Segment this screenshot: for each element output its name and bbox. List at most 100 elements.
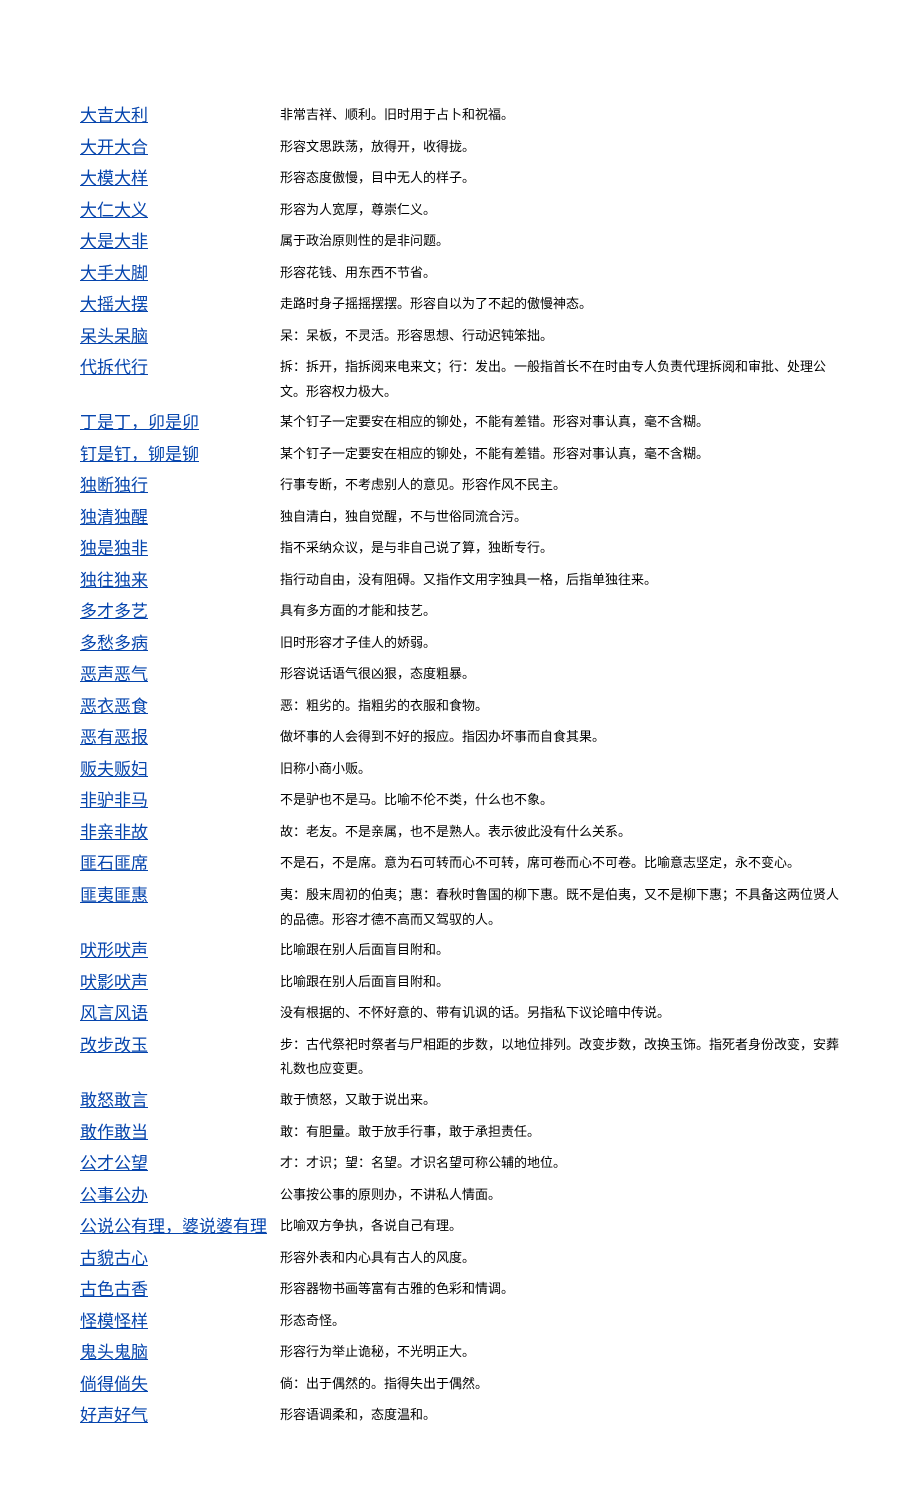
idiom-row: 大吉大利非常吉祥、顺利。旧时用于占卜和祝福。	[80, 100, 840, 132]
idiom-link[interactable]: 多愁多病	[80, 634, 148, 653]
idiom-link[interactable]: 大吉大利	[80, 106, 148, 125]
idiom-link[interactable]: 怪模怪样	[80, 1312, 148, 1331]
term-cell: 匪石匪席	[80, 848, 280, 880]
term-cell: 好声好气	[80, 1400, 280, 1432]
idiom-row: 多才多艺具有多方面的才能和技艺。	[80, 596, 840, 628]
idiom-link[interactable]: 代拆代行	[80, 358, 148, 377]
idiom-row: 大开大合 形容文思跌荡，放得开，收得拢。	[80, 132, 840, 164]
idiom-row: 丁是丁，卯是卯 某个钉子一定要安在相应的铆处，不能有差错。形容对事认真，毫不含糊。	[80, 407, 840, 439]
idiom-link[interactable]: 公才公望	[80, 1154, 148, 1173]
definition-cell: 某个钉子一定要安在相应的铆处，不能有差错。形容对事认真，毫不含糊。	[280, 407, 840, 439]
definition-cell: 不是石，不是席。意为石可转而心不可转，席可卷而心不可卷。比喻意志坚定，永不变心。	[280, 848, 840, 880]
definition-cell: 属于政治原则性的是非问题。	[280, 226, 840, 258]
idiom-link[interactable]: 独清独醒	[80, 508, 148, 527]
term-cell: 鬼头鬼脑	[80, 1337, 280, 1369]
definition-text: 公事按公事的原则办，不讲私人情面。	[280, 1187, 501, 1202]
idiom-row: 独断独行行事专断，不考虑别人的意见。形容作风不民主。	[80, 470, 840, 502]
idiom-link[interactable]: 恶衣恶食	[80, 697, 148, 716]
term-cell: 大是大非	[80, 226, 280, 258]
term-cell: 风言风语	[80, 998, 280, 1030]
term-cell: 倘得倘失	[80, 1369, 280, 1401]
idiom-link[interactable]: 大摇大摆	[80, 295, 148, 314]
idiom-row: 独是独非 指不采纳众议，是与非自己说了算，独断专行。	[80, 533, 840, 565]
definition-cell: 敢：有胆量。敢于放手行事，敢于承担责任。	[280, 1117, 840, 1149]
definition-cell: 形容外表和内心具有古人的风度。	[280, 1243, 840, 1275]
idiom-row: 好声好气形容语调柔和，态度温和。	[80, 1400, 840, 1432]
definition-text: 某个钉子一定要安在相应的铆处，不能有差错。形容对事认真，毫不含糊。	[280, 446, 709, 461]
idiom-link[interactable]: 非驴非马	[80, 791, 148, 810]
idiom-link[interactable]: 大开大合	[80, 138, 148, 157]
definition-text: 没有根据的、不怀好意的、带有讥讽的话。另指私下议论暗中传说。	[280, 1005, 670, 1020]
definition-text: 倘：出于偶然的。指得失出于偶然。	[280, 1376, 488, 1391]
idiom-link[interactable]: 匪夷匪惠	[80, 886, 148, 905]
definition-text: 才：才识；望：名望。才识名望可称公辅的地位。	[280, 1155, 566, 1170]
term-cell: 敢作敢当	[80, 1117, 280, 1149]
definition-text: 敢：有胆量。敢于放手行事，敢于承担责任。	[280, 1124, 540, 1139]
idiom-link[interactable]: 丁是丁，卯是卯	[80, 413, 199, 432]
idiom-link[interactable]: 敢怒敢言	[80, 1091, 148, 1110]
term-cell: 独往独来	[80, 565, 280, 597]
idiom-link[interactable]: 敢作敢当	[80, 1123, 148, 1142]
idiom-row: 公才公望 才：才识；望：名望。才识名望可称公辅的地位。	[80, 1148, 840, 1180]
definition-text: 比喻跟在别人后面盲目附和。	[280, 974, 449, 989]
definition-text: 独自清白，独自觉醒，不与世俗同流合污。	[280, 509, 527, 524]
definition-cell: 形容文思跌荡，放得开，收得拢。	[280, 132, 840, 164]
idiom-link[interactable]: 非亲非故	[80, 823, 148, 842]
idiom-link[interactable]: 贩夫贩妇	[80, 760, 148, 779]
idiom-link[interactable]: 大是大非	[80, 232, 148, 251]
term-cell: 敢怒敢言	[80, 1085, 280, 1117]
definition-text: 恶：粗劣的。指粗劣的衣服和食物。	[280, 698, 488, 713]
idiom-table: 大吉大利非常吉祥、顺利。旧时用于占卜和祝福。大开大合 形容文思跌荡，放得开，收得拢…	[80, 100, 840, 1432]
idiom-link[interactable]: 恶声恶气	[80, 665, 148, 684]
term-cell: 公事公办	[80, 1180, 280, 1212]
idiom-link[interactable]: 吠形吠声	[80, 941, 148, 960]
idiom-row: 钉是钉，铆是铆 某个钉子一定要安在相应的铆处，不能有差错。形容对事认真，毫不含糊。	[80, 439, 840, 471]
term-cell: 吠形吠声	[80, 935, 280, 967]
idiom-link[interactable]: 独往独来	[80, 571, 148, 590]
idiom-link[interactable]: 大手大脚	[80, 264, 148, 283]
idiom-row: 改步改玉步：古代祭祀时祭者与尸相距的步数，以地位排列。改变步数，改换玉饰。指死者…	[80, 1030, 840, 1085]
idiom-link[interactable]: 呆头呆脑	[80, 327, 148, 346]
idiom-link[interactable]: 倘得倘失	[80, 1375, 148, 1394]
idiom-link[interactable]: 独断独行	[80, 476, 148, 495]
term-cell: 恶声恶气	[80, 659, 280, 691]
idiom-link[interactable]: 古貌古心	[80, 1249, 148, 1268]
idiom-link[interactable]: 大仁大义	[80, 201, 148, 220]
idiom-link[interactable]: 公说公有理，婆说婆有理	[80, 1217, 267, 1236]
term-cell: 公才公望	[80, 1148, 280, 1180]
idiom-link[interactable]: 独是独非	[80, 539, 148, 558]
definition-cell: 旧时形容才子佳人的娇弱。	[280, 628, 840, 660]
idiom-link[interactable]: 大模大样	[80, 169, 148, 188]
definition-cell: 形容说话语气很凶狠，态度粗暴。	[280, 659, 840, 691]
definition-text: 旧时形容才子佳人的娇弱。	[280, 635, 436, 650]
idiom-link[interactable]: 匪石匪席	[80, 854, 148, 873]
idiom-link[interactable]: 吠影吠声	[80, 973, 148, 992]
definition-cell: 夷：殷末周初的伯夷；惠：春秋时鲁国的柳下惠。既不是伯夷，又不是柳下惠；不具备这两…	[280, 880, 840, 935]
idiom-row: 大是大非 属于政治原则性的是非问题。	[80, 226, 840, 258]
idiom-link[interactable]: 风言风语	[80, 1004, 148, 1023]
idiom-link[interactable]: 多才多艺	[80, 602, 148, 621]
definition-cell: 拆：拆开，指拆阅来电来文；行：发出。一般指首长不在时由专人负责代理拆阅和审批、处…	[280, 352, 840, 407]
idiom-row: 代拆代行 拆：拆开，指拆阅来电来文；行：发出。一般指首长不在时由专人负责代理拆阅和…	[80, 352, 840, 407]
idiom-link[interactable]: 钉是钉，铆是铆	[80, 445, 199, 464]
definition-text: 不是驴也不是马。比喻不伦不类，什么也不象。	[280, 792, 553, 807]
definition-cell: 指不采纳众议，是与非自己说了算，独断专行。	[280, 533, 840, 565]
definition-cell: 形容行为举止诡秘，不光明正大。	[280, 1337, 840, 1369]
idiom-link[interactable]: 古色古香	[80, 1280, 148, 1299]
idiom-link[interactable]: 好声好气	[80, 1406, 148, 1425]
term-cell: 怪模怪样	[80, 1306, 280, 1338]
definition-text: 敢于愤怒，又敢于说出来。	[280, 1092, 436, 1107]
idiom-row: 呆头呆脑呆：呆板，不灵活。形容思想、行动迟钝笨拙。	[80, 321, 840, 353]
idiom-row: 怪模怪样形态奇怪。	[80, 1306, 840, 1338]
definition-text: 故：老友。不是亲属，也不是熟人。表示彼此没有什么关系。	[280, 824, 631, 839]
idiom-link[interactable]: 恶有恶报	[80, 728, 148, 747]
definition-text: 形容器物书画等富有古雅的色彩和情调。	[280, 1281, 514, 1296]
idiom-link[interactable]: 改步改玉	[80, 1036, 148, 1055]
idiom-link[interactable]: 鬼头鬼脑	[80, 1343, 148, 1362]
term-cell: 非亲非故	[80, 817, 280, 849]
definition-cell: 形容为人宽厚，尊崇仁义。	[280, 195, 840, 227]
term-cell: 钉是钉，铆是铆	[80, 439, 280, 471]
definition-cell: 公事按公事的原则办，不讲私人情面。	[280, 1180, 840, 1212]
term-cell: 大开大合	[80, 132, 280, 164]
idiom-link[interactable]: 公事公办	[80, 1186, 148, 1205]
